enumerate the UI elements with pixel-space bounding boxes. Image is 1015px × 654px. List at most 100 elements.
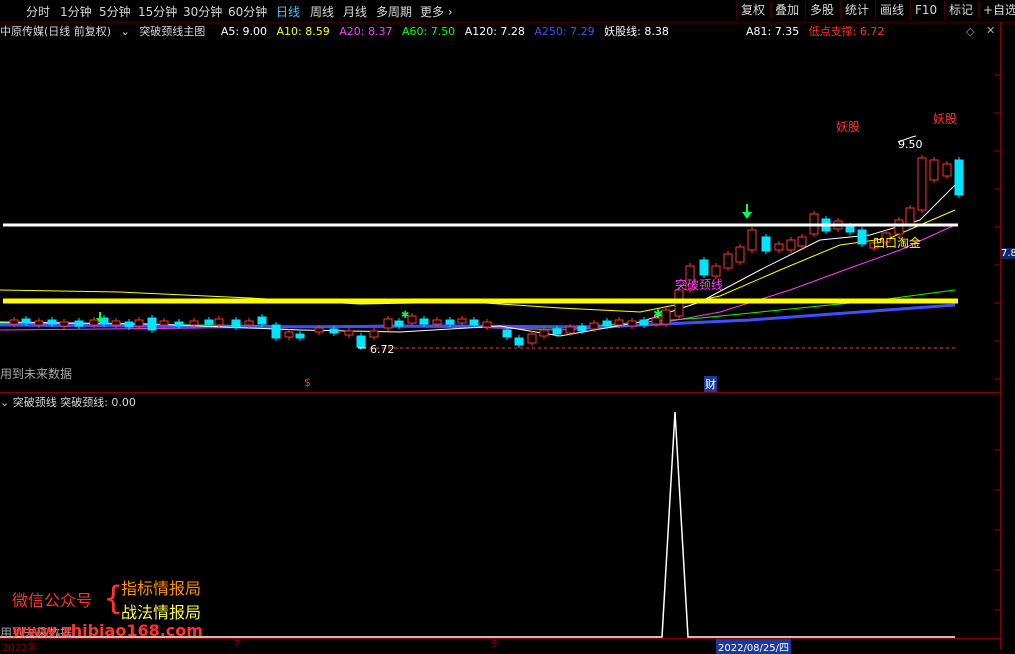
candle-body	[797, 236, 807, 247]
candle-body	[204, 319, 214, 325]
ma10-value: A10: 8.59	[276, 25, 330, 38]
candle-body	[614, 319, 624, 326]
candle-body	[514, 337, 524, 346]
year-label: 2022年	[2, 643, 38, 654]
candle-body	[539, 329, 549, 337]
candle-body	[214, 318, 224, 326]
tab-5min[interactable]: 5分钟	[99, 3, 131, 20]
candle-body	[9, 319, 19, 325]
sub-indicator-value: 突破颈线: 0.00	[60, 396, 136, 409]
candle-body	[627, 320, 637, 327]
candle-body	[344, 330, 354, 336]
chevron-down-icon[interactable]: ⌄	[0, 396, 9, 409]
candle-body	[894, 219, 904, 235]
candle-body	[134, 319, 144, 327]
candle-body	[432, 319, 442, 325]
tab-intraday[interactable]: 分时	[26, 3, 50, 20]
fuquan-button[interactable]: 复权	[736, 1, 769, 20]
candle-body	[457, 318, 467, 324]
candle-body	[174, 321, 184, 327]
candle-body	[723, 253, 733, 269]
overlay-button[interactable]: 叠加	[770, 1, 803, 20]
candle-body	[699, 259, 709, 276]
tab-more[interactable]: 更多 ›	[420, 3, 453, 20]
financial-report-marker[interactable]: 财	[704, 376, 717, 392]
candle-body	[314, 327, 324, 333]
dividend-marker[interactable]: $	[304, 376, 311, 389]
settings-icon[interactable]: ◇	[966, 25, 974, 38]
more-label: 更多	[420, 5, 445, 19]
candle-body	[329, 328, 339, 334]
tab-weekly[interactable]: 周线	[310, 3, 334, 20]
indicator-name: 突破颈线主图	[139, 25, 206, 38]
watermark-line2: 战法情报局	[121, 603, 202, 622]
high-price-label: 9.50	[898, 138, 923, 151]
tab-30min[interactable]: 30分钟	[183, 3, 222, 20]
chevron-right-icon: ›	[447, 5, 453, 19]
candle-body	[124, 321, 134, 328]
candle-body	[21, 318, 31, 324]
ma250-value: A250: 7.29	[534, 25, 595, 38]
tab-15min[interactable]: 15分钟	[138, 3, 177, 20]
green-arrow-icon	[742, 204, 752, 219]
multi-stock-button[interactable]: 多股	[805, 1, 838, 20]
candle-body	[59, 321, 69, 327]
candle-body	[942, 163, 952, 177]
candle-body	[761, 236, 771, 252]
close-icon[interactable]: ✕	[986, 24, 995, 37]
tab-60min[interactable]: 60分钟	[228, 3, 267, 20]
candle-body	[394, 320, 404, 327]
green-star-icon: ✱	[401, 310, 409, 321]
candle-body	[147, 317, 157, 331]
indicator-title[interactable]: ⌄ 突破颈线主图	[121, 25, 212, 38]
candle-body	[284, 331, 294, 338]
wechat-label: 微信公众号	[12, 591, 93, 610]
notch-gold-label: 凹口淘金	[873, 236, 922, 250]
candle-body	[482, 321, 492, 328]
candle-body	[231, 319, 241, 328]
tab-multi-period[interactable]: 多周期	[376, 3, 412, 20]
f10-button[interactable]: F10	[910, 1, 941, 20]
stock-title: 中原传媒(日线 前复权)	[0, 25, 112, 38]
candle-body	[189, 320, 199, 326]
candle-body	[845, 225, 855, 233]
watermark-line1: 指标情报局	[121, 579, 202, 598]
candlestick-chart[interactable]: ✱ ✱	[0, 40, 1000, 392]
candle-body	[257, 316, 267, 325]
a81-value: A81: 7.35	[746, 25, 800, 38]
tab-daily[interactable]: 日线	[276, 3, 300, 20]
candle-body	[469, 319, 479, 326]
sub-indicator-title[interactable]: 突破颈线	[13, 396, 57, 409]
candle-body	[34, 320, 44, 326]
candle-body	[786, 239, 796, 251]
tab-1min[interactable]: 1分钟	[60, 3, 92, 20]
yaogu-label-2: 妖股	[933, 112, 958, 126]
indicator-info-extra: A81: 7.35 低点支撑: 6.72	[746, 23, 890, 39]
candle-body	[565, 326, 575, 334]
ma60-value: A60: 7.50	[401, 25, 456, 38]
candle-body	[589, 322, 599, 330]
stats-button[interactable]: 统计	[840, 1, 873, 20]
date-axis: 2022年 7 9 2022/08/25/四	[0, 638, 1000, 654]
candle-body	[735, 246, 745, 263]
tab-monthly[interactable]: 月线	[343, 3, 367, 20]
price-axis	[1000, 22, 1015, 650]
chevron-down-icon: ⌄	[120, 25, 130, 38]
green-star-icon: ✱	[653, 307, 663, 321]
mark-button[interactable]: 标记	[944, 1, 977, 20]
candle-body	[356, 335, 366, 348]
panel-divider[interactable]	[0, 392, 1000, 393]
candle-body	[954, 159, 964, 196]
yaogu-label-1: 妖股	[836, 120, 861, 134]
candle-body	[527, 333, 537, 344]
candle-body	[74, 320, 84, 327]
candle-body	[89, 319, 99, 326]
ma120-value: A120: 7.28	[464, 25, 525, 38]
candle-body	[111, 320, 121, 326]
add-watchlist-button[interactable]: +自选	[978, 1, 1015, 20]
ma20-value: A20: 8.37	[339, 25, 393, 38]
candle-body	[47, 319, 57, 325]
candle-body	[445, 319, 455, 325]
draw-line-button[interactable]: 画线	[875, 1, 908, 20]
indicator-info-bar: 中原传媒(日线 前复权) ⌄ 突破颈线主图 A5: 9.00 A10: 8.59…	[0, 23, 675, 39]
